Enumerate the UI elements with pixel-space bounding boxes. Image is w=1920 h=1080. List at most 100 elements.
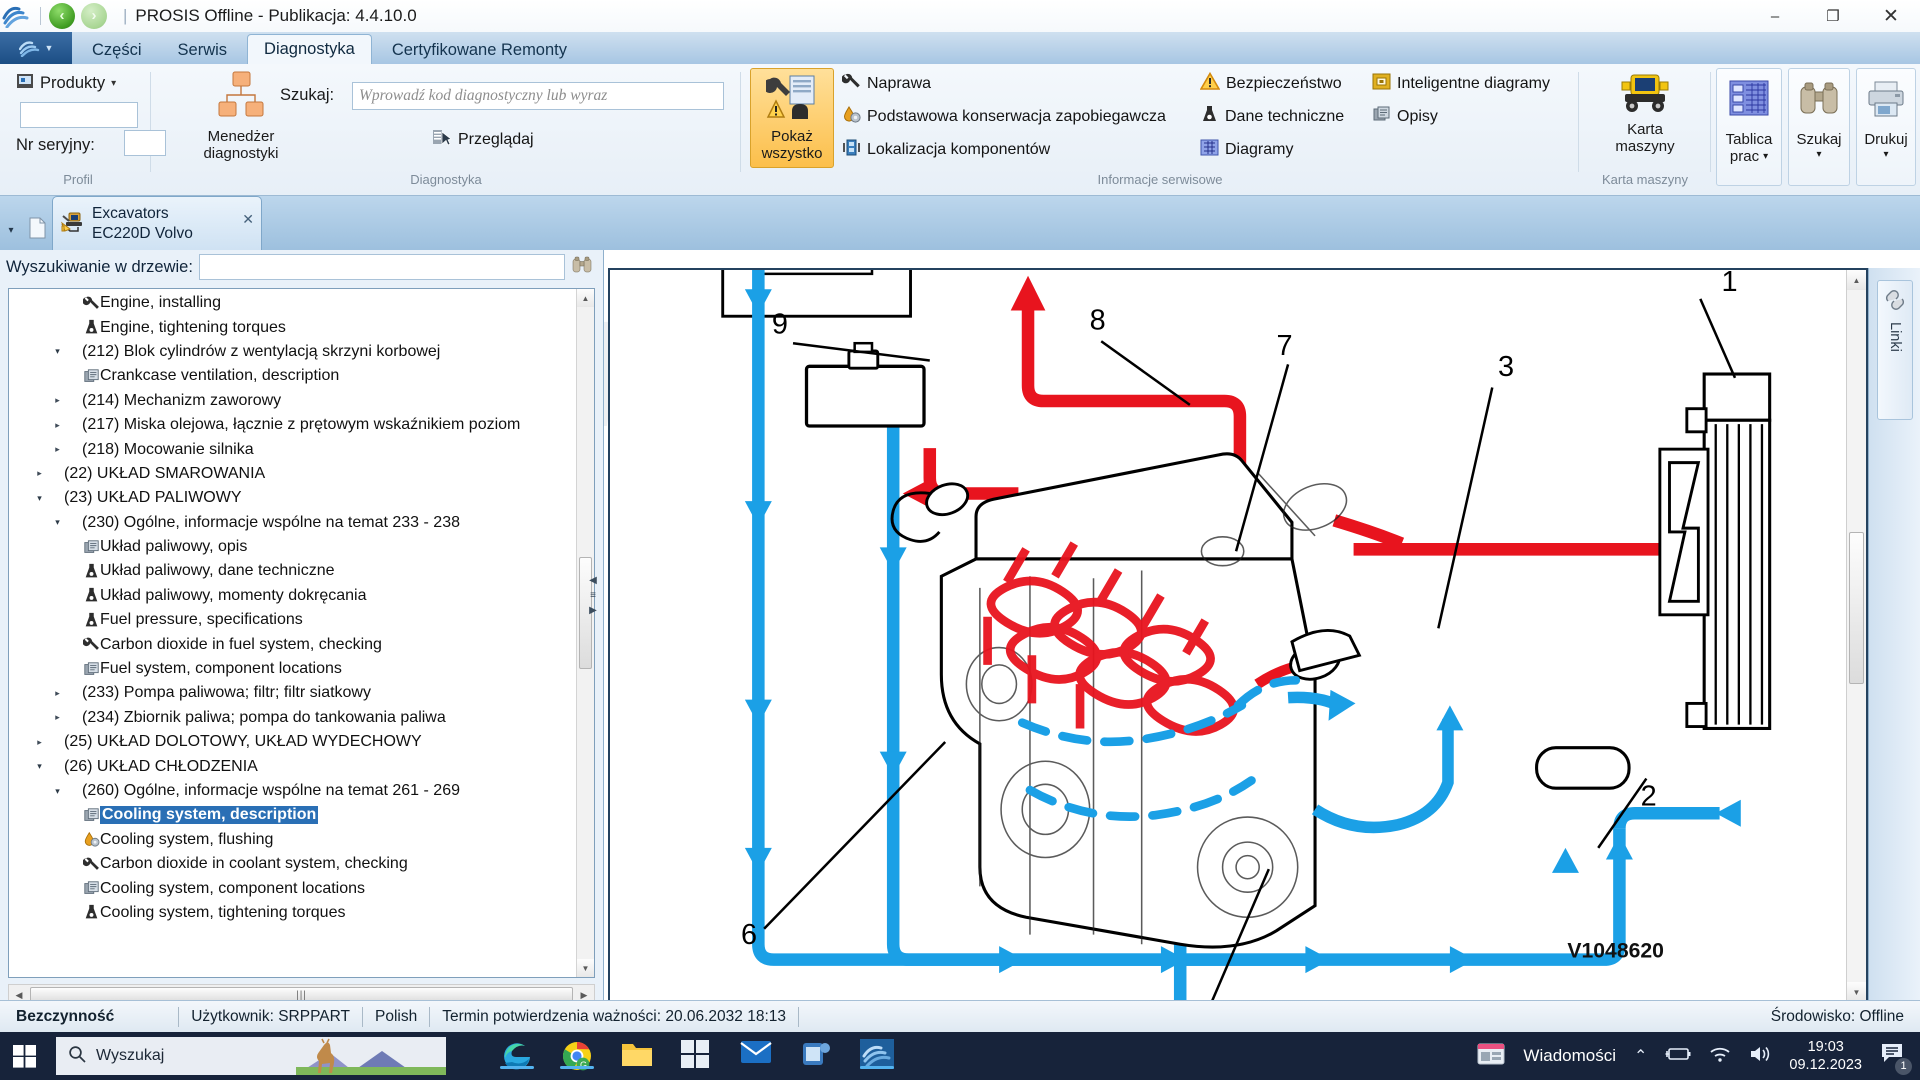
- mail-icon[interactable]: [740, 1039, 774, 1073]
- products-caret-icon[interactable]: ▾: [111, 78, 116, 89]
- work-board-caret-icon[interactable]: ▾: [1763, 151, 1768, 162]
- print-button[interactable]: Drukuj ▾: [1856, 68, 1916, 186]
- edge-icon[interactable]: [500, 1039, 534, 1073]
- ribbon-tab-diagnostyka[interactable]: Diagnostyka: [247, 34, 372, 64]
- ribbon-tab-czesci[interactable]: Części: [76, 36, 158, 64]
- document-scroll-up-button[interactable]: ▲: [1847, 270, 1866, 290]
- chrome-icon[interactable]: G: [560, 1039, 594, 1073]
- document-vertical-scrollbar[interactable]: ▲ ▼: [1846, 270, 1866, 1002]
- battery-icon[interactable]: [1665, 1046, 1691, 1067]
- tree-item[interactable]: ▸ (218) Mocowanie silnika: [9, 437, 576, 461]
- service-item-bezpieczenstwo[interactable]: Bezpieczeństwo: [1199, 70, 1342, 97]
- service-item-lokalizacja[interactable]: Lokalizacja komponentów: [842, 136, 1050, 163]
- tree-item[interactable]: ▾ (260) Ogólne, informacje wspólne na tem…: [9, 779, 576, 803]
- service-item-opisy[interactable]: Opisy: [1372, 103, 1438, 130]
- tree-item[interactable]: ▸ (214) Mechanizm zaworowy: [9, 389, 576, 413]
- document-scroll-down-button[interactable]: ▼: [1847, 982, 1866, 1002]
- minimize-button[interactable]: –: [1746, 0, 1804, 32]
- tree-scroll-up-button[interactable]: ▲: [577, 289, 594, 307]
- microsoft-store-icon[interactable]: [680, 1039, 714, 1073]
- tree-hscroll-right-button[interactable]: ▶: [574, 990, 594, 1001]
- tree-search-input[interactable]: [198, 254, 565, 280]
- tree-scroll-down-button[interactable]: ▼: [577, 959, 594, 977]
- tree-collapse-icon[interactable]: ▾: [51, 517, 64, 528]
- ribbon-tab-serwis[interactable]: Serwis: [162, 36, 244, 64]
- doctab-dropdown-caret-icon[interactable]: ▾: [0, 210, 22, 250]
- news-icon[interactable]: [1477, 1042, 1505, 1071]
- tree-collapse-icon[interactable]: ▾: [33, 493, 46, 504]
- tree-collapse-icon[interactable]: ▾: [51, 786, 64, 797]
- tree-item[interactable]: Crankcase ventilation, description: [9, 364, 576, 388]
- work-board-button[interactable]: Tablica prac ▾: [1716, 68, 1782, 186]
- maximize-button[interactable]: ❐: [1804, 0, 1862, 32]
- tree-item[interactable]: Carbon dioxide in fuel system, checking: [9, 632, 576, 656]
- service-item-konserwacja[interactable]: Podstawowa konserwacja zapobiegawcza: [842, 103, 1166, 130]
- service-item-diagramy[interactable]: Diagramy: [1200, 136, 1293, 163]
- tree-expand-icon[interactable]: ▸: [51, 444, 64, 455]
- tree-item[interactable]: ▾ (212) Blok cylindrów z wentylacją skrzy…: [9, 340, 576, 364]
- panel-splitter[interactable]: ◀ ≡ ▶: [586, 560, 600, 630]
- new-page-button[interactable]: [22, 210, 52, 250]
- ribbon-tab-certyfikowane-remonty[interactable]: Certyfikowane Remonty: [376, 36, 583, 64]
- taskbar-search-box[interactable]: Wyszukaj: [56, 1037, 446, 1075]
- tree-hscroll-left-button[interactable]: ◀: [9, 990, 29, 1001]
- tree-expand-icon[interactable]: ▸: [33, 737, 46, 748]
- tree-item[interactable]: Układ paliwowy, dane techniczne: [9, 559, 576, 583]
- tree-item[interactable]: Cooling system, component locations: [9, 876, 576, 900]
- browse-button[interactable]: Przeglądaj: [432, 126, 534, 153]
- search-button[interactable]: Szukaj ▾: [1788, 68, 1850, 186]
- tree-item[interactable]: ▾ (26) UKŁAD CHŁODZENIA: [9, 754, 576, 778]
- binoculars-icon[interactable]: [571, 255, 593, 280]
- tree-collapse-icon[interactable]: ▾: [51, 346, 64, 357]
- tree-item[interactable]: Cooling system, flushing: [9, 828, 576, 852]
- search-button-caret-icon[interactable]: ▾: [1816, 149, 1821, 160]
- tree-item[interactable]: ▸ (217) Miska olejowa, łącznie z prętowym…: [9, 413, 576, 437]
- tree-collapse-icon[interactable]: ▾: [33, 761, 46, 772]
- links-panel-tab[interactable]: Linki: [1877, 280, 1913, 420]
- notification-icon[interactable]: 1: [1880, 1042, 1912, 1075]
- tree-item[interactable]: Fuel pressure, specifications: [9, 608, 576, 632]
- product-input[interactable]: [20, 102, 138, 128]
- file-explorer-icon[interactable]: [620, 1039, 654, 1073]
- splitter-collapse-left-icon[interactable]: ◀: [589, 575, 597, 586]
- tree-item[interactable]: Układ paliwowy, momenty dokręcania: [9, 584, 576, 608]
- news-label[interactable]: Wiadomości: [1523, 1046, 1616, 1066]
- tree-item[interactable]: Carbon dioxide in coolant system, checki…: [9, 852, 576, 876]
- tree-item[interactable]: ▸ (25) UKŁAD DOLOTOWY, UKŁAD WYDECHOWY: [9, 730, 576, 754]
- tree-item[interactable]: ▾ (23) UKŁAD PALIWOWY: [9, 486, 576, 510]
- tree-item[interactable]: Układ paliwowy, opis: [9, 535, 576, 559]
- tree-item[interactable]: ▾ (230) Ogólne, informacje wspólne na tem…: [9, 511, 576, 535]
- taskbar-clock[interactable]: 19:03 09.12.2023: [1789, 1038, 1862, 1074]
- back-arrow-icon[interactable]: ‹: [49, 3, 75, 29]
- splitter-expand-right-icon[interactable]: ▶: [589, 605, 597, 616]
- print-button-caret-icon[interactable]: ▾: [1883, 149, 1888, 160]
- tree-item[interactable]: ▸ (234) Zbiornik paliwa; pompa do tankowa…: [9, 706, 576, 730]
- tree-item[interactable]: Fuel system, component locations: [9, 657, 576, 681]
- machine-card-button[interactable]: Karta maszyny: [1592, 70, 1698, 155]
- tree-item[interactable]: Cooling system, description: [9, 803, 576, 827]
- service-item-naprawa[interactable]: Naprawa: [841, 70, 931, 97]
- tree-expand-icon[interactable]: ▸: [51, 395, 64, 406]
- prosis-icon[interactable]: [860, 1039, 894, 1073]
- application-menu-button[interactable]: ▼: [0, 32, 72, 64]
- document-tab-excavators[interactable]: Excavators EC220D Volvo ✕: [52, 196, 262, 250]
- diagnostic-manager-button[interactable]: Menedżer diagnostyki: [182, 70, 300, 162]
- document-scroll-thumb[interactable]: [1849, 532, 1864, 684]
- teams-icon[interactable]: [800, 1039, 834, 1073]
- close-button[interactable]: ✕: [1862, 0, 1920, 32]
- tree-expand-icon[interactable]: ▸: [51, 688, 64, 699]
- tree-vertical-scrollbar[interactable]: ▲ ▼: [576, 289, 594, 977]
- document-tab-close-icon[interactable]: ✕: [242, 211, 254, 228]
- diagnostic-search-input[interactable]: Wprowadź kod diagnostyczny lub wyraz: [352, 82, 724, 110]
- wifi-icon[interactable]: [1709, 1045, 1731, 1068]
- tree-expand-icon[interactable]: ▸: [33, 468, 46, 479]
- tree-item[interactable]: Engine, installing: [9, 291, 576, 315]
- show-all-button[interactable]: Pokaż wszystko: [750, 68, 834, 168]
- tree-view[interactable]: Engine, installing Engine, tightening tor…: [8, 288, 595, 978]
- service-item-inteligentne-diagramy[interactable]: Inteligentne diagramy: [1372, 70, 1550, 97]
- tree-expand-icon[interactable]: ▸: [51, 420, 64, 431]
- service-item-dane-techniczne[interactable]: Dane techniczne: [1200, 103, 1344, 130]
- forward-arrow-icon[interactable]: ›: [81, 3, 107, 29]
- tree-item[interactable]: Cooling system, tightening torques: [9, 901, 576, 925]
- volume-icon[interactable]: [1749, 1045, 1771, 1068]
